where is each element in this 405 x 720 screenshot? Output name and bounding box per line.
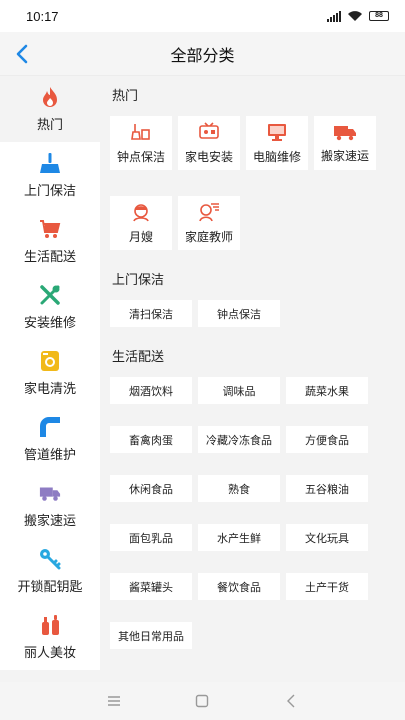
triangle-back-icon <box>286 694 295 708</box>
hot-item-label: 电脑维修 <box>252 149 301 164</box>
key-icon <box>39 548 61 570</box>
nav-back-button[interactable] <box>276 686 306 716</box>
tag-delivery-item[interactable]: 五谷粮油 <box>286 475 368 502</box>
hot-item-computer-repair[interactable]: 电脑维修 <box>246 116 308 170</box>
truck-icon <box>39 482 61 504</box>
nanny-icon <box>133 203 149 221</box>
chevron-left-icon <box>16 44 28 64</box>
tag-delivery-item[interactable]: 蔬菜水果 <box>286 377 368 404</box>
hot-item-label: 月嫂 <box>128 229 153 244</box>
computer-icon <box>268 123 286 141</box>
tag-sweep-cleaning[interactable]: 清扫保洁 <box>110 300 192 327</box>
sidebar-item-cleaning[interactable]: 上门保洁 <box>0 142 100 208</box>
sidebar-item-label: 家电清洗 <box>23 380 76 396</box>
hot-item-hourly-cleaning[interactable]: 钟点保洁 <box>110 116 172 170</box>
status-time: 10:17 <box>26 8 59 24</box>
tag-delivery-item[interactable]: 调味品 <box>198 377 280 404</box>
category-content: 热门 钟点保洁 家电安装 电脑维修 搬家速运 月嫂 家庭教师 上门保洁 清扫保洁… <box>100 76 405 682</box>
cleaning-tags: 清扫保洁 钟点保洁 <box>110 298 405 327</box>
hot-item-label: 搬家速运 <box>320 148 369 163</box>
hot-item-moving[interactable]: 搬家速运 <box>314 116 376 170</box>
hot-item-appliance-install[interactable]: 家电安装 <box>178 116 240 170</box>
system-nav-bar <box>0 682 405 720</box>
cosmetics-icon <box>39 614 61 636</box>
appliance-icon <box>199 121 219 139</box>
cleaning-icon <box>131 123 150 140</box>
sidebar-item-label: 开锁配钥匙 <box>17 578 83 594</box>
tools-icon <box>39 284 61 306</box>
sidebar-item-hot[interactable]: 热门 <box>0 76 100 142</box>
tag-delivery-item[interactable]: 其他日常用品 <box>110 622 192 649</box>
tag-delivery-item[interactable]: 文化玩具 <box>286 524 368 551</box>
home-button[interactable] <box>187 686 217 716</box>
tag-delivery-item[interactable]: 冷藏冷冻食品 <box>198 426 280 453</box>
mop-icon <box>39 152 61 174</box>
sidebar-item-moving[interactable]: 搬家速运 <box>0 472 100 538</box>
tag-delivery-item[interactable]: 酱菜罐头 <box>110 573 192 600</box>
hot-item-label: 家电安装 <box>184 149 233 164</box>
tutor-icon <box>199 202 219 221</box>
status-bar: 10:17 88 <box>0 0 405 32</box>
sidebar-item-beauty[interactable]: 丽人美妆 <box>0 604 100 670</box>
tag-delivery-item[interactable]: 熟食 <box>198 475 280 502</box>
hot-item-nanny[interactable]: 月嫂 <box>110 196 172 250</box>
content-area: 热门 上门保洁 生活配送 安装维修 家电清洗 管道维护 搬家速运 开锁配钥匙 丽… <box>0 76 405 682</box>
tag-delivery-item[interactable]: 土产干货 <box>286 573 368 600</box>
sidebar-item-appliance-cleaning[interactable]: 家电清洗 <box>0 340 100 406</box>
hot-item-label: 家庭教师 <box>184 229 233 244</box>
hot-item-tutor[interactable]: 家庭教师 <box>178 196 240 250</box>
washer-icon <box>39 350 61 372</box>
sidebar-item-repair[interactable]: 安装维修 <box>0 274 100 340</box>
sidebar-item-label: 管道维护 <box>23 446 76 462</box>
fire-icon <box>39 86 61 108</box>
back-button[interactable] <box>6 38 38 70</box>
sidebar-item-label: 热门 <box>36 116 63 132</box>
sidebar-item-label: 安装维修 <box>23 314 76 330</box>
hot-grid: 钟点保洁 家电安装 电脑维修 搬家速运 月嫂 家庭教师 <box>110 114 405 250</box>
sidebar-item-pipe[interactable]: 管道维护 <box>0 406 100 472</box>
tag-delivery-item[interactable]: 畜禽肉蛋 <box>110 426 192 453</box>
menu-icon <box>108 696 121 706</box>
tag-delivery-item[interactable]: 烟酒饮料 <box>110 377 192 404</box>
sidebar-item-label: 搬家速运 <box>23 512 76 528</box>
tag-delivery-item[interactable]: 方便食品 <box>286 426 368 453</box>
moving-truck-icon <box>334 125 356 140</box>
signal-icon <box>327 10 341 22</box>
sidebar-item-label: 丽人美妆 <box>23 644 76 660</box>
app-header: 全部分类 <box>0 32 405 76</box>
sidebar-item-label: 上门保洁 <box>23 182 76 198</box>
tag-delivery-item[interactable]: 餐饮食品 <box>198 573 280 600</box>
wifi-icon <box>348 11 362 21</box>
delivery-tags: 烟酒饮料 调味品 蔬菜水果 畜禽肉蛋 冷藏冷冻食品 方便食品 休闲食品 熟食 五… <box>110 375 405 649</box>
section-title-cleaning: 上门保洁 <box>112 272 165 287</box>
battery-icon: 88 <box>369 11 389 21</box>
menu-button[interactable] <box>99 686 129 716</box>
cart-icon <box>39 218 61 240</box>
sidebar-item-delivery[interactable]: 生活配送 <box>0 208 100 274</box>
page-title: 全部分类 <box>170 47 235 65</box>
section-title-hot: 热门 <box>112 88 139 103</box>
section-title-delivery: 生活配送 <box>112 349 165 364</box>
sidebar-item-label: 生活配送 <box>23 248 76 264</box>
category-sidebar: 热门 上门保洁 生活配送 安装维修 家电清洗 管道维护 搬家速运 开锁配钥匙 丽… <box>0 76 100 682</box>
square-icon <box>196 694 209 708</box>
tag-hourly-cleaning[interactable]: 钟点保洁 <box>198 300 280 327</box>
hot-item-label: 钟点保洁 <box>116 149 165 164</box>
sidebar-item-locksmith[interactable]: 开锁配钥匙 <box>0 538 100 604</box>
status-icons: 88 <box>327 10 389 22</box>
tag-delivery-item[interactable]: 休闲食品 <box>110 475 192 502</box>
pipe-icon <box>39 416 61 438</box>
tag-delivery-item[interactable]: 面包乳品 <box>110 524 192 551</box>
tag-delivery-item[interactable]: 水产生鲜 <box>198 524 280 551</box>
